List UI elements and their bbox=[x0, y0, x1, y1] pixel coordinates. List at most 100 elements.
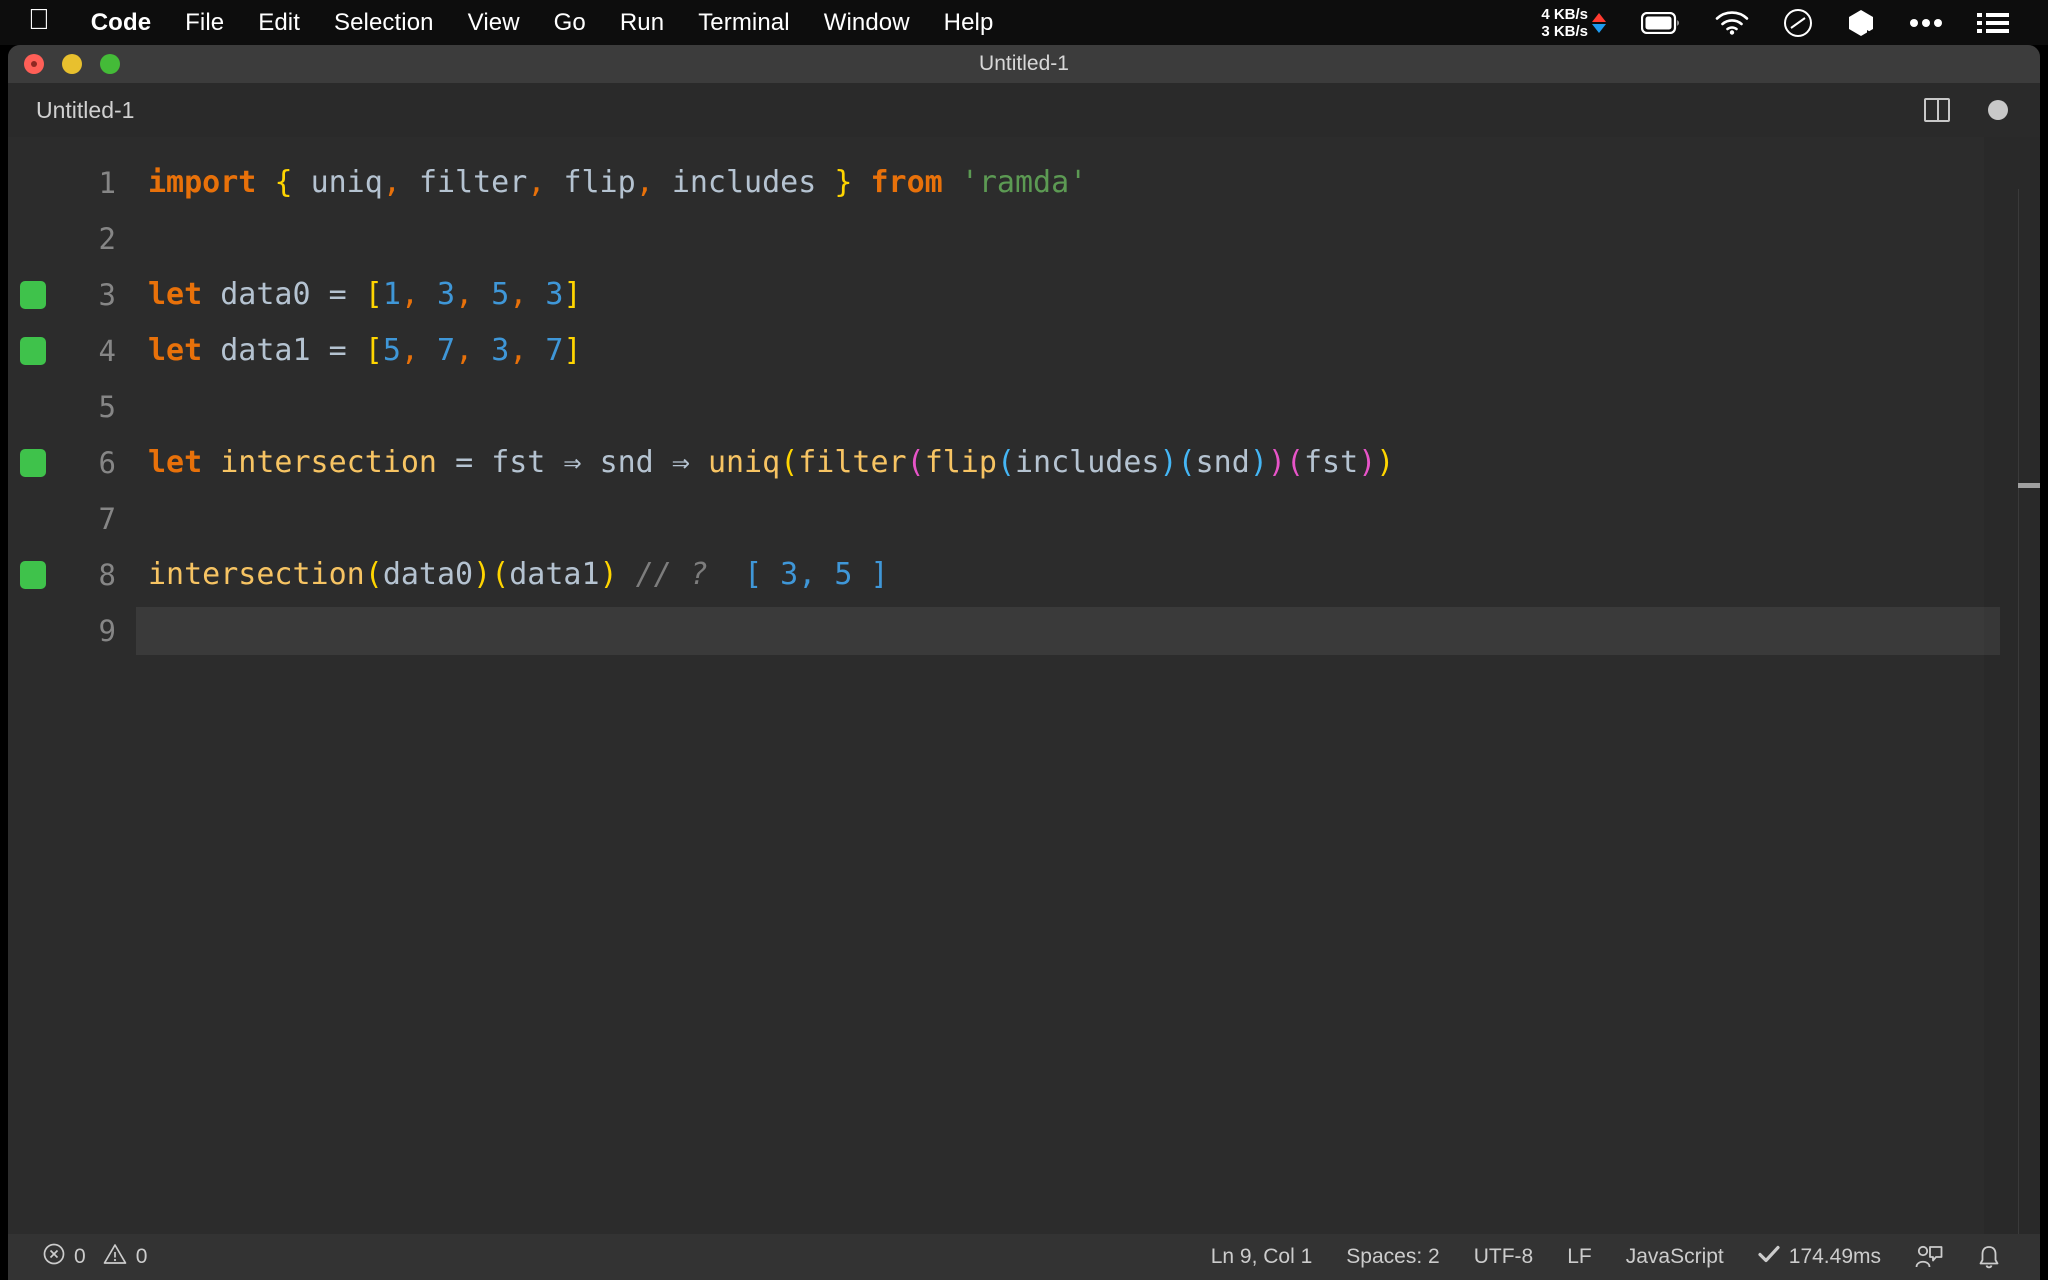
menu-item-window[interactable]: Window bbox=[807, 9, 927, 37]
error-count: 0 bbox=[74, 1245, 86, 1268]
token: ] bbox=[563, 277, 582, 312]
encoding-status[interactable]: UTF-8 bbox=[1457, 1245, 1551, 1269]
token: data0 bbox=[220, 277, 311, 312]
token: ( bbox=[364, 557, 383, 592]
line-content: intersection(data0)(data1) // ? [ 3, 5 ] bbox=[136, 547, 2040, 603]
ellipsis-icon[interactable] bbox=[1909, 18, 1943, 28]
bell-icon[interactable] bbox=[1960, 1244, 2018, 1270]
token: filter bbox=[418, 165, 528, 200]
menu-item-file[interactable]: File bbox=[168, 9, 241, 37]
token: 3 bbox=[545, 277, 564, 312]
split-editor-icon[interactable] bbox=[1924, 98, 1950, 122]
token: uniq bbox=[707, 445, 781, 480]
token: 7 bbox=[437, 333, 456, 368]
editor-line[interactable]: 9 bbox=[8, 603, 2040, 659]
token: , bbox=[509, 333, 528, 368]
editor-actions bbox=[1924, 98, 2040, 122]
dropbox-icon[interactable] bbox=[1847, 8, 1875, 38]
editor-scrollbar[interactable] bbox=[1984, 137, 2040, 1234]
menu-item-code[interactable]: Code bbox=[74, 9, 168, 37]
live-share-icon[interactable] bbox=[1898, 1244, 1960, 1270]
token: let bbox=[148, 333, 203, 368]
eol-status[interactable]: LF bbox=[1550, 1245, 1609, 1269]
token: ] bbox=[563, 333, 582, 368]
token: ( bbox=[1177, 445, 1196, 480]
editor-line[interactable]: 2 bbox=[8, 211, 2040, 267]
cursor-position-status[interactable]: Ln 9, Col 1 bbox=[1194, 1245, 1330, 1269]
git-modified-marker-icon bbox=[20, 281, 46, 309]
token: ) bbox=[1358, 445, 1377, 480]
menu-bar-status-area: 4 KB/s 3 KB/s bbox=[1541, 0, 2048, 45]
token: flip bbox=[563, 165, 636, 200]
menu-item-run[interactable]: Run bbox=[603, 9, 681, 37]
editor-line[interactable]: 8 intersection(data0)(data1) // ? [ 3, 5 … bbox=[8, 547, 2040, 603]
vscode-window: Untitled-1 Untitled-1 1 import { uniq, fi… bbox=[8, 45, 2040, 1280]
token: import bbox=[148, 165, 257, 200]
token: data0 bbox=[382, 557, 474, 592]
token: , bbox=[527, 165, 546, 200]
battery-icon[interactable] bbox=[1641, 11, 1681, 34]
token: data1 bbox=[220, 333, 311, 368]
token: intersection bbox=[220, 445, 437, 480]
git-modified-marker-icon bbox=[20, 449, 46, 477]
token: 5 bbox=[382, 333, 401, 368]
line-content: let data1 = [5, 7, 3, 7] bbox=[136, 323, 2040, 379]
line-number: 5 bbox=[98, 390, 116, 424]
code-editor[interactable]: 1 import { uniq, filter, flip, includes }… bbox=[8, 137, 2040, 1234]
token: 5 bbox=[491, 277, 510, 312]
menu-item-view[interactable]: View bbox=[451, 9, 537, 37]
menu-item-edit[interactable]: Edit bbox=[241, 9, 317, 37]
token: ) bbox=[1376, 445, 1395, 480]
menu-item-help[interactable]: Help bbox=[927, 9, 1011, 37]
editor-line[interactable]: 5 bbox=[8, 379, 2040, 435]
runtime-status[interactable]: 174.49ms bbox=[1741, 1245, 1898, 1269]
token: ) bbox=[473, 557, 492, 592]
git-modified-marker-icon bbox=[20, 561, 46, 589]
control-center-icon[interactable] bbox=[1783, 8, 1813, 38]
token: ) bbox=[599, 557, 618, 592]
unsaved-dot-icon[interactable] bbox=[1988, 100, 2008, 120]
menu-item-terminal[interactable]: Terminal bbox=[681, 9, 807, 37]
apple-logo-icon[interactable]:  bbox=[28, 6, 50, 35]
network-speed-indicator[interactable]: 4 KB/s 3 KB/s bbox=[1541, 6, 1606, 40]
token: intersection bbox=[148, 557, 365, 592]
token: includes bbox=[671, 165, 817, 200]
editor-line[interactable]: 6 let intersection = fst ⇒ snd ⇒ uniq(fil… bbox=[8, 435, 2040, 491]
editor-line[interactable]: 4 let data1 = [5, 7, 3, 7] bbox=[8, 323, 2040, 379]
upload-arrow-icon bbox=[1592, 12, 1606, 22]
token: ( bbox=[906, 445, 925, 480]
token: includes bbox=[1015, 445, 1160, 480]
token: = bbox=[455, 445, 474, 480]
editor-line[interactable]: 7 bbox=[8, 491, 2040, 547]
menu-item-selection[interactable]: Selection bbox=[317, 9, 451, 37]
indentation-status[interactable]: Spaces: 2 bbox=[1329, 1245, 1456, 1269]
language-mode-status[interactable]: JavaScript bbox=[1609, 1245, 1741, 1269]
token: = bbox=[328, 333, 347, 368]
token: 7 bbox=[545, 333, 564, 368]
line-content: let data0 = [1, 3, 5, 3] bbox=[136, 267, 2040, 323]
line-number: 1 bbox=[98, 166, 116, 200]
line-content bbox=[136, 607, 2000, 655]
token: snd bbox=[599, 445, 654, 480]
error-circle-icon bbox=[43, 1243, 65, 1271]
menu-item-go[interactable]: Go bbox=[537, 9, 603, 37]
overview-ruler-edge bbox=[2018, 189, 2019, 1234]
problems-status[interactable]: 0 0 bbox=[26, 1243, 164, 1271]
token: ( bbox=[491, 557, 510, 592]
list-menu-icon[interactable] bbox=[1977, 12, 2009, 34]
wifi-icon[interactable] bbox=[1715, 10, 1749, 35]
editor-line[interactable]: 1 import { uniq, filter, flip, includes }… bbox=[8, 155, 2040, 211]
tab-label: Untitled-1 bbox=[36, 96, 135, 123]
editor-line[interactable]: 3 let data0 = [1, 3, 5, 3] bbox=[8, 267, 2040, 323]
token: 'ramda' bbox=[960, 165, 1088, 200]
tab-untitled-1[interactable]: Untitled-1 bbox=[8, 83, 155, 137]
